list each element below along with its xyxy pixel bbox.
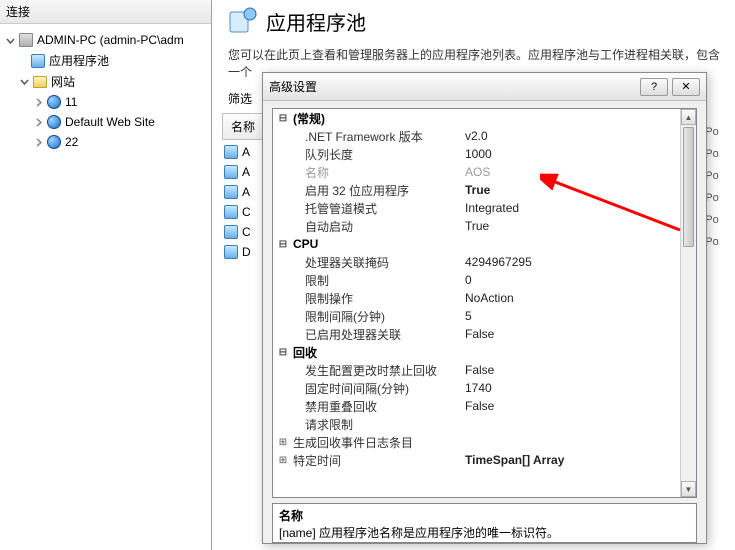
scroll-thumb[interactable] bbox=[683, 127, 694, 247]
globe-icon bbox=[46, 134, 62, 150]
prop-auto-start[interactable]: 自动启动True bbox=[273, 217, 680, 235]
collapse-icon[interactable] bbox=[4, 34, 16, 46]
prop-limit[interactable]: 限制0 bbox=[273, 271, 680, 289]
prop-disallow-rotation[interactable]: 禁用重叠回收False bbox=[273, 397, 680, 415]
property-grid-scrollbar[interactable]: ▲ ▼ bbox=[680, 109, 696, 497]
prop-netfx[interactable]: .NET Framework 版本v2.0 bbox=[273, 127, 680, 145]
prop-log-events[interactable]: ⊞生成回收事件日志条目 bbox=[273, 433, 680, 451]
pool-icon bbox=[224, 185, 238, 199]
sites-node[interactable]: 网站 bbox=[4, 71, 207, 92]
site-node[interactable]: 11 bbox=[4, 92, 207, 112]
site-node[interactable]: Default Web Site bbox=[4, 112, 207, 132]
connections-panel: 连接 ADMIN-PC (admin-PC\adm 应用程序池 网站 11 De… bbox=[0, 0, 212, 550]
page-title-row: 应用程序池 bbox=[228, 6, 725, 36]
prop-queue-length[interactable]: 队列长度1000 bbox=[273, 145, 680, 163]
sites-label: 网站 bbox=[51, 73, 75, 90]
property-description: 名称 [name] 应用程序池名称是应用程序池的唯一标识符。 bbox=[272, 503, 697, 543]
globe-icon bbox=[46, 114, 62, 130]
prop-request-limit[interactable]: 请求限制 bbox=[273, 415, 680, 433]
app-pools-icon bbox=[30, 53, 46, 69]
prop-name[interactable]: 名称AOS bbox=[273, 163, 680, 181]
pool-icon bbox=[224, 225, 238, 239]
collapse-icon[interactable]: ⊟ bbox=[277, 347, 289, 358]
connections-tree: ADMIN-PC (admin-PC\adm 应用程序池 网站 11 Defau… bbox=[0, 24, 211, 158]
globe-icon bbox=[46, 94, 62, 110]
server-label: ADMIN-PC (admin-PC\adm bbox=[37, 33, 184, 47]
desc-body: [name] 应用程序池名称是应用程序池的唯一标识符。 bbox=[279, 524, 690, 541]
category-cpu[interactable]: ⊟CPU bbox=[273, 235, 680, 253]
collapse-icon[interactable]: ⊟ bbox=[277, 113, 289, 124]
site-label: 11 bbox=[65, 95, 77, 109]
desc-title: 名称 bbox=[279, 507, 690, 524]
app-pools-node[interactable]: 应用程序池 bbox=[4, 50, 207, 71]
prop-enable-32bit[interactable]: 启用 32 位应用程序True bbox=[273, 181, 680, 199]
app-pools-label: 应用程序池 bbox=[49, 52, 109, 69]
app-pools-large-icon bbox=[228, 6, 258, 36]
dialog-titlebar[interactable]: 高级设置 ? ✕ bbox=[263, 73, 706, 101]
prop-specific-times[interactable]: ⊞特定时间TimeSpan[] Array bbox=[273, 451, 680, 469]
prop-periodic-time[interactable]: 固定时间间隔(分钟)1740 bbox=[273, 379, 680, 397]
help-button[interactable]: ? bbox=[640, 78, 668, 96]
server-node[interactable]: ADMIN-PC (admin-PC\adm bbox=[4, 30, 207, 50]
scroll-up-button[interactable]: ▲ bbox=[681, 109, 696, 125]
prop-affinity-mask[interactable]: 处理器关联掩码4294967295 bbox=[273, 253, 680, 271]
expand-icon[interactable]: ⊞ bbox=[277, 437, 289, 448]
advanced-settings-dialog: 高级设置 ? ✕ ⊟(常规) .NET Framework 版本v2.0 队列长… bbox=[262, 72, 707, 544]
site-node[interactable]: 22 bbox=[4, 132, 207, 152]
pool-icon bbox=[224, 245, 238, 259]
expand-icon[interactable]: ⊞ bbox=[277, 455, 289, 466]
collapse-icon[interactable]: ⊟ bbox=[277, 239, 289, 250]
server-icon bbox=[18, 32, 34, 48]
expand-icon[interactable] bbox=[32, 116, 44, 128]
prop-pipeline-mode[interactable]: 托管管道模式Integrated bbox=[273, 199, 680, 217]
prop-limit-interval[interactable]: 限制间隔(分钟)5 bbox=[273, 307, 680, 325]
site-label: Default Web Site bbox=[65, 115, 155, 129]
page-title: 应用程序池 bbox=[266, 7, 366, 36]
collapse-icon[interactable] bbox=[18, 76, 30, 88]
property-grid: ⊟(常规) .NET Framework 版本v2.0 队列长度1000 名称A… bbox=[272, 108, 697, 498]
prop-affinity-enabled[interactable]: 已启用处理器关联False bbox=[273, 325, 680, 343]
prop-disallow-overlap[interactable]: 发生配置更改时禁止回收False bbox=[273, 361, 680, 379]
dialog-title: 高级设置 bbox=[269, 78, 640, 95]
prop-limit-action[interactable]: 限制操作NoAction bbox=[273, 289, 680, 307]
expand-icon[interactable] bbox=[32, 96, 44, 108]
close-button[interactable]: ✕ bbox=[672, 78, 700, 96]
pool-icon bbox=[224, 205, 238, 219]
category-general[interactable]: ⊟(常规) bbox=[273, 109, 680, 127]
scroll-down-button[interactable]: ▼ bbox=[681, 481, 696, 497]
pool-icon bbox=[224, 165, 238, 179]
folder-icon bbox=[32, 74, 48, 90]
site-label: 22 bbox=[65, 135, 78, 149]
connections-header: 连接 bbox=[0, 0, 211, 24]
category-recycle[interactable]: ⊟回收 bbox=[273, 343, 680, 361]
expand-icon[interactable] bbox=[32, 136, 44, 148]
filter-label: 筛选 bbox=[228, 92, 252, 106]
pool-icon bbox=[224, 145, 238, 159]
